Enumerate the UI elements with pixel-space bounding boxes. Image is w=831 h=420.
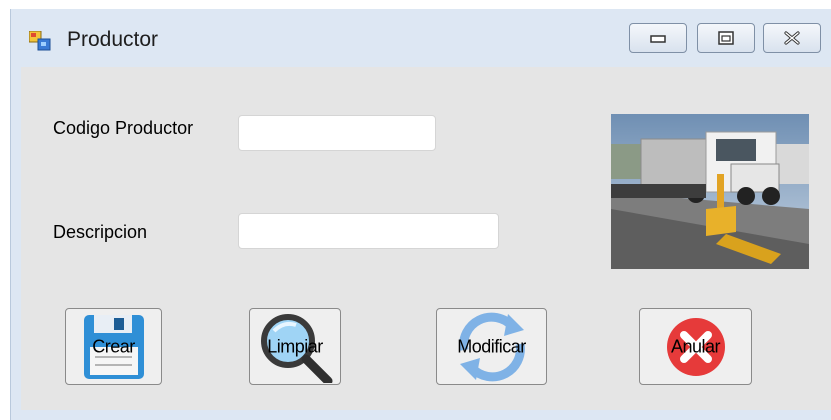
crear-label: Crear [92, 336, 135, 356]
app-window: Productor Codigo Productor Descripcion C… [10, 9, 831, 420]
limpiar-label: Limpiar [267, 336, 323, 356]
truck-photo [611, 114, 809, 269]
descripcion-label: Descripcion [53, 222, 148, 242]
anular-label: Anular [670, 336, 721, 356]
close-button[interactable] [763, 23, 821, 53]
limpiar-button[interactable]: Limpiar [249, 308, 341, 385]
app-icon [29, 31, 51, 51]
anular-button[interactable]: Anular [639, 308, 752, 385]
descripcion-input[interactable] [238, 213, 499, 249]
crear-button[interactable]: Crear [65, 308, 162, 385]
window-title: Productor [67, 28, 159, 51]
close-icon [784, 31, 800, 45]
title-bar[interactable]: Productor [11, 9, 831, 67]
modificar-label: Modificar [457, 336, 526, 356]
modificar-button[interactable]: Modificar [436, 308, 547, 385]
minimize-button[interactable] [629, 23, 687, 53]
codigo-input[interactable] [238, 115, 436, 151]
form-client-area: Codigo Productor Descripcion Crear Limpi… [21, 67, 831, 410]
maximize-icon [718, 31, 734, 45]
codigo-label: Codigo Productor [53, 118, 194, 138]
minimize-icon [650, 35, 666, 43]
maximize-button[interactable] [697, 23, 755, 53]
